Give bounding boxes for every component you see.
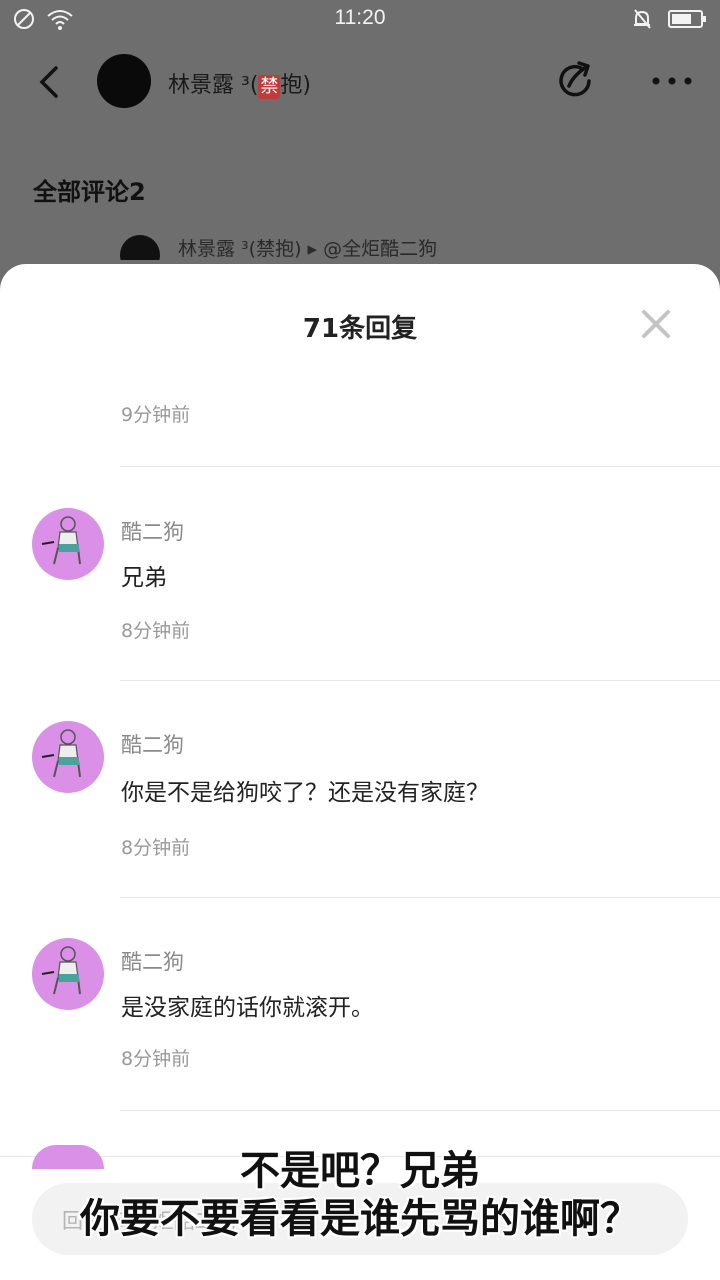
reply-author[interactable]: 酷二狗 xyxy=(121,729,184,759)
reply-author[interactable]: 酷二狗 xyxy=(121,946,184,976)
forbid-badge: 禁 xyxy=(258,75,281,99)
share-icon[interactable] xyxy=(555,60,597,102)
reply-time: 9分钟前 xyxy=(121,404,191,426)
silent-bell-icon xyxy=(634,9,651,29)
reply-content: 是没家庭的话你就滚开。 xyxy=(121,995,374,1021)
divider xyxy=(120,680,720,681)
divider xyxy=(120,466,720,467)
avatar-figure-icon xyxy=(41,946,81,995)
top-bar: 林景露 ³(禁抱) xyxy=(0,40,720,124)
author-avatar[interactable] xyxy=(97,54,151,108)
comments-section-title: 全部评论2 xyxy=(33,178,146,206)
avatar[interactable] xyxy=(32,721,104,793)
back-arrow-icon[interactable] xyxy=(30,62,70,102)
post-page: 林景露 ³(禁抱) 全部评论2 林景露 ³(禁抱) ▸ @全炬酷二狗 xyxy=(0,40,720,270)
avatar[interactable] xyxy=(32,508,104,580)
battery-icon xyxy=(668,10,706,28)
divider xyxy=(120,1110,720,1111)
replies-sheet: 71条回复 9分钟前 酷二狗 兄弟 8分钟前 酷二狗 你是不是给狗咬了？还是没有… xyxy=(0,264,720,1280)
avatar[interactable] xyxy=(32,938,104,1010)
reply-author[interactable]: 酷二狗 xyxy=(121,516,184,546)
divider xyxy=(120,897,720,898)
avatar-figure-icon xyxy=(41,516,81,565)
clock: 11:20 xyxy=(334,6,386,29)
subtitle-line-2: 你要不要看看是谁先骂的谁啊？ xyxy=(80,1196,640,1242)
author-name[interactable]: 林景露 ³(禁抱) xyxy=(168,67,311,99)
reply-content: 你是不是给狗咬了？还是没有家庭？ xyxy=(121,780,489,806)
peek-avatar xyxy=(120,235,160,260)
avatar-figure-icon xyxy=(41,729,81,778)
reply-time: 8分钟前 xyxy=(121,837,191,859)
status-bar: 11:20 xyxy=(0,0,720,40)
reply-time: 8分钟前 xyxy=(121,1048,191,1070)
peek-comment: 林景露 ³(禁抱) ▸ @全炬酷二狗 xyxy=(120,230,720,260)
close-icon[interactable] xyxy=(636,304,676,344)
sheet-title: 71条回复 xyxy=(302,314,418,344)
reply-content: 兄弟 xyxy=(121,565,167,591)
more-options-icon[interactable] xyxy=(650,68,694,94)
reply-time: 8分钟前 xyxy=(121,620,191,642)
